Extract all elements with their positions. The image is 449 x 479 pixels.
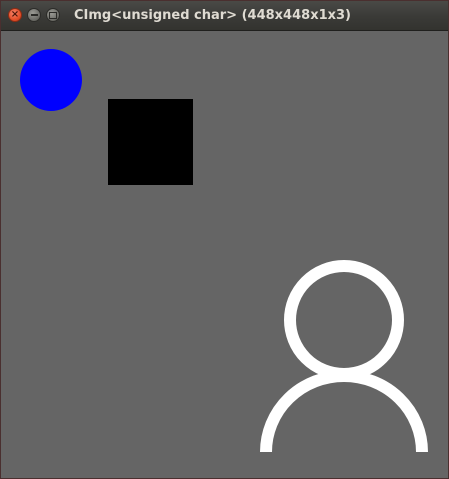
canvas-drawing bbox=[20, 49, 428, 453]
person-head bbox=[284, 260, 404, 380]
maximize-button[interactable] bbox=[46, 8, 60, 22]
blue-circle bbox=[20, 49, 82, 111]
person-body bbox=[260, 370, 428, 453]
close-button[interactable]: × bbox=[8, 8, 22, 22]
title-bar[interactable]: × CImg<unsigned char> (448x448x1x3) bbox=[1, 1, 448, 31]
minimize-button[interactable] bbox=[27, 8, 41, 22]
app-window: × CImg<unsigned char> (448x448x1x3) bbox=[0, 0, 449, 479]
image-canvas[interactable] bbox=[1, 31, 448, 478]
person-icon bbox=[260, 260, 428, 453]
window-title: CImg<unsigned char> (448x448x1x3) bbox=[74, 8, 351, 23]
minimize-icon bbox=[30, 14, 38, 16]
close-icon: × bbox=[10, 9, 20, 20]
black-square bbox=[108, 99, 193, 185]
maximize-icon bbox=[49, 11, 57, 19]
